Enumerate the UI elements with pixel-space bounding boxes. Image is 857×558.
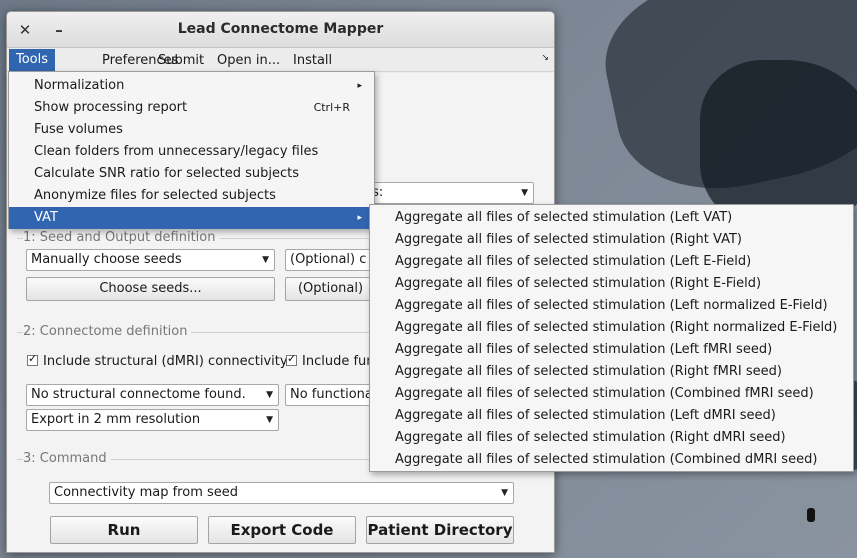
resize-corner-icon[interactable]: ↘ <box>541 53 549 63</box>
functional-connectome-value: No functiona <box>290 387 373 402</box>
menu-item-label: Anonymize files for selected subjects <box>34 188 276 203</box>
command-combo[interactable]: Connectivity map from seed ▼ <box>49 482 514 504</box>
checkbox-checked-icon <box>286 352 297 366</box>
chevron-down-icon: ▼ <box>262 255 269 265</box>
section-2-label: 2: Connectome definition <box>23 324 192 339</box>
submenu-item-left-vat[interactable]: Aggregate all files of selected stimulat… <box>370 207 853 229</box>
structural-connectivity-checkbox[interactable]: Include structural (dMRI) connectivity <box>27 352 288 369</box>
seed-mode-combo[interactable]: Manually choose seeds ▼ <box>26 249 275 271</box>
menu-item-clean-folders[interactable]: Clean folders from unnecessary/legacy fi… <box>9 141 374 163</box>
resolution-value: Export in 2 mm resolution <box>31 412 201 427</box>
submenu-item-left-normalized-efield[interactable]: Aggregate all files of selected stimulat… <box>370 295 853 317</box>
optional-output-value: (Optional) c <box>290 252 367 267</box>
functional-connectivity-checkbox[interactable]: Include fun <box>286 352 375 369</box>
menu-submit[interactable]: Submit <box>151 51 211 70</box>
menu-item-calculate-snr[interactable]: Calculate SNR ratio for selected subject… <box>9 163 374 185</box>
menu-install[interactable]: Install <box>286 51 339 70</box>
menu-item-vat[interactable]: VAT ▸ <box>9 207 374 229</box>
patient-directory-button[interactable]: Patient Directory <box>366 516 514 544</box>
checkbox-checked-icon <box>27 352 38 366</box>
menu-item-normalization[interactable]: Normalization ▸ <box>9 75 374 97</box>
optional-button[interactable]: (Optional) <box>285 277 375 301</box>
submenu-arrow-icon: ▸ <box>357 213 362 223</box>
seed-mode-value: Manually choose seeds <box>31 252 182 267</box>
submenu-arrow-icon: ▸ <box>357 81 362 91</box>
submenu-item-left-fmri-seed[interactable]: Aggregate all files of selected stimulat… <box>370 339 853 361</box>
vat-submenu: Aggregate all files of selected stimulat… <box>369 204 854 472</box>
command-value: Connectivity map from seed <box>54 485 239 500</box>
menu-tools[interactable]: Tools <box>9 49 56 71</box>
section-1-label: 1: Seed and Output definition <box>23 230 220 245</box>
chevron-down-icon: ▼ <box>266 390 273 400</box>
structural-check-label: Include structural (dMRI) connectivity <box>43 354 288 369</box>
export-code-button[interactable]: Export Code <box>208 516 356 544</box>
resolution-combo[interactable]: Export in 2 mm resolution ▼ <box>26 409 279 431</box>
patients-combo[interactable]: ts: ▼ <box>362 182 534 204</box>
menu-item-label: Normalization <box>34 78 125 93</box>
window-title: Lead Connectome Mapper <box>177 21 384 37</box>
menu-item-label: Show processing report <box>34 100 188 115</box>
menu-item-label: Calculate SNR ratio for selected subject… <box>34 166 300 181</box>
functional-connectome-combo[interactable]: No functiona <box>285 384 375 406</box>
chevron-down-icon: ▼ <box>521 188 528 198</box>
section-3-label: 3: Command <box>23 451 111 466</box>
chevron-down-icon: ▼ <box>501 488 508 498</box>
submenu-item-left-efield[interactable]: Aggregate all files of selected stimulat… <box>370 251 853 273</box>
submenu-item-left-dmri-seed[interactable]: Aggregate all files of selected stimulat… <box>370 405 853 427</box>
submenu-item-combined-dmri-seed[interactable]: Aggregate all files of selected stimulat… <box>370 449 853 471</box>
menu-bar: Tools Preferences Submit Open in... Inst… <box>7 48 554 72</box>
shortcut-label: Ctrl+R <box>313 101 350 114</box>
submenu-item-right-efield[interactable]: Aggregate all files of selected stimulat… <box>370 273 853 295</box>
tools-menu: Normalization ▸ Show processing report C… <box>8 71 375 229</box>
menu-item-label: Fuse volumes <box>34 122 123 137</box>
menu-open-in[interactable]: Open in... <box>210 51 287 70</box>
submenu-item-right-vat[interactable]: Aggregate all files of selected stimulat… <box>370 229 853 251</box>
optional-output-combo[interactable]: (Optional) c <box>285 249 375 271</box>
menu-item-anonymize[interactable]: Anonymize files for selected subjects <box>9 185 374 207</box>
structural-connectome-value: No structural connectome found. <box>31 387 246 402</box>
menu-item-label: Clean folders from unnecessary/legacy fi… <box>34 144 319 159</box>
menu-item-fuse-volumes[interactable]: Fuse volumes <box>9 119 374 141</box>
submenu-item-combined-fmri-seed[interactable]: Aggregate all files of selected stimulat… <box>370 383 853 405</box>
functional-check-label: Include fun <box>302 354 375 369</box>
choose-seeds-button[interactable]: Choose seeds... <box>26 277 275 301</box>
menu-item-processing-report[interactable]: Show processing report Ctrl+R <box>9 97 374 119</box>
chevron-down-icon: ▼ <box>266 415 273 425</box>
title-bar: ✕ – Lead Connectome Mapper <box>7 12 554 48</box>
submenu-item-right-fmri-seed[interactable]: Aggregate all files of selected stimulat… <box>370 361 853 383</box>
structural-connectome-combo[interactable]: No structural connectome found. ▼ <box>26 384 279 406</box>
wallpaper-mark <box>807 508 815 522</box>
submenu-item-right-normalized-efield[interactable]: Aggregate all files of selected stimulat… <box>370 317 853 339</box>
run-button[interactable]: Run <box>50 516 198 544</box>
submenu-item-right-dmri-seed[interactable]: Aggregate all files of selected stimulat… <box>370 427 853 449</box>
menu-item-label: VAT <box>34 210 58 225</box>
